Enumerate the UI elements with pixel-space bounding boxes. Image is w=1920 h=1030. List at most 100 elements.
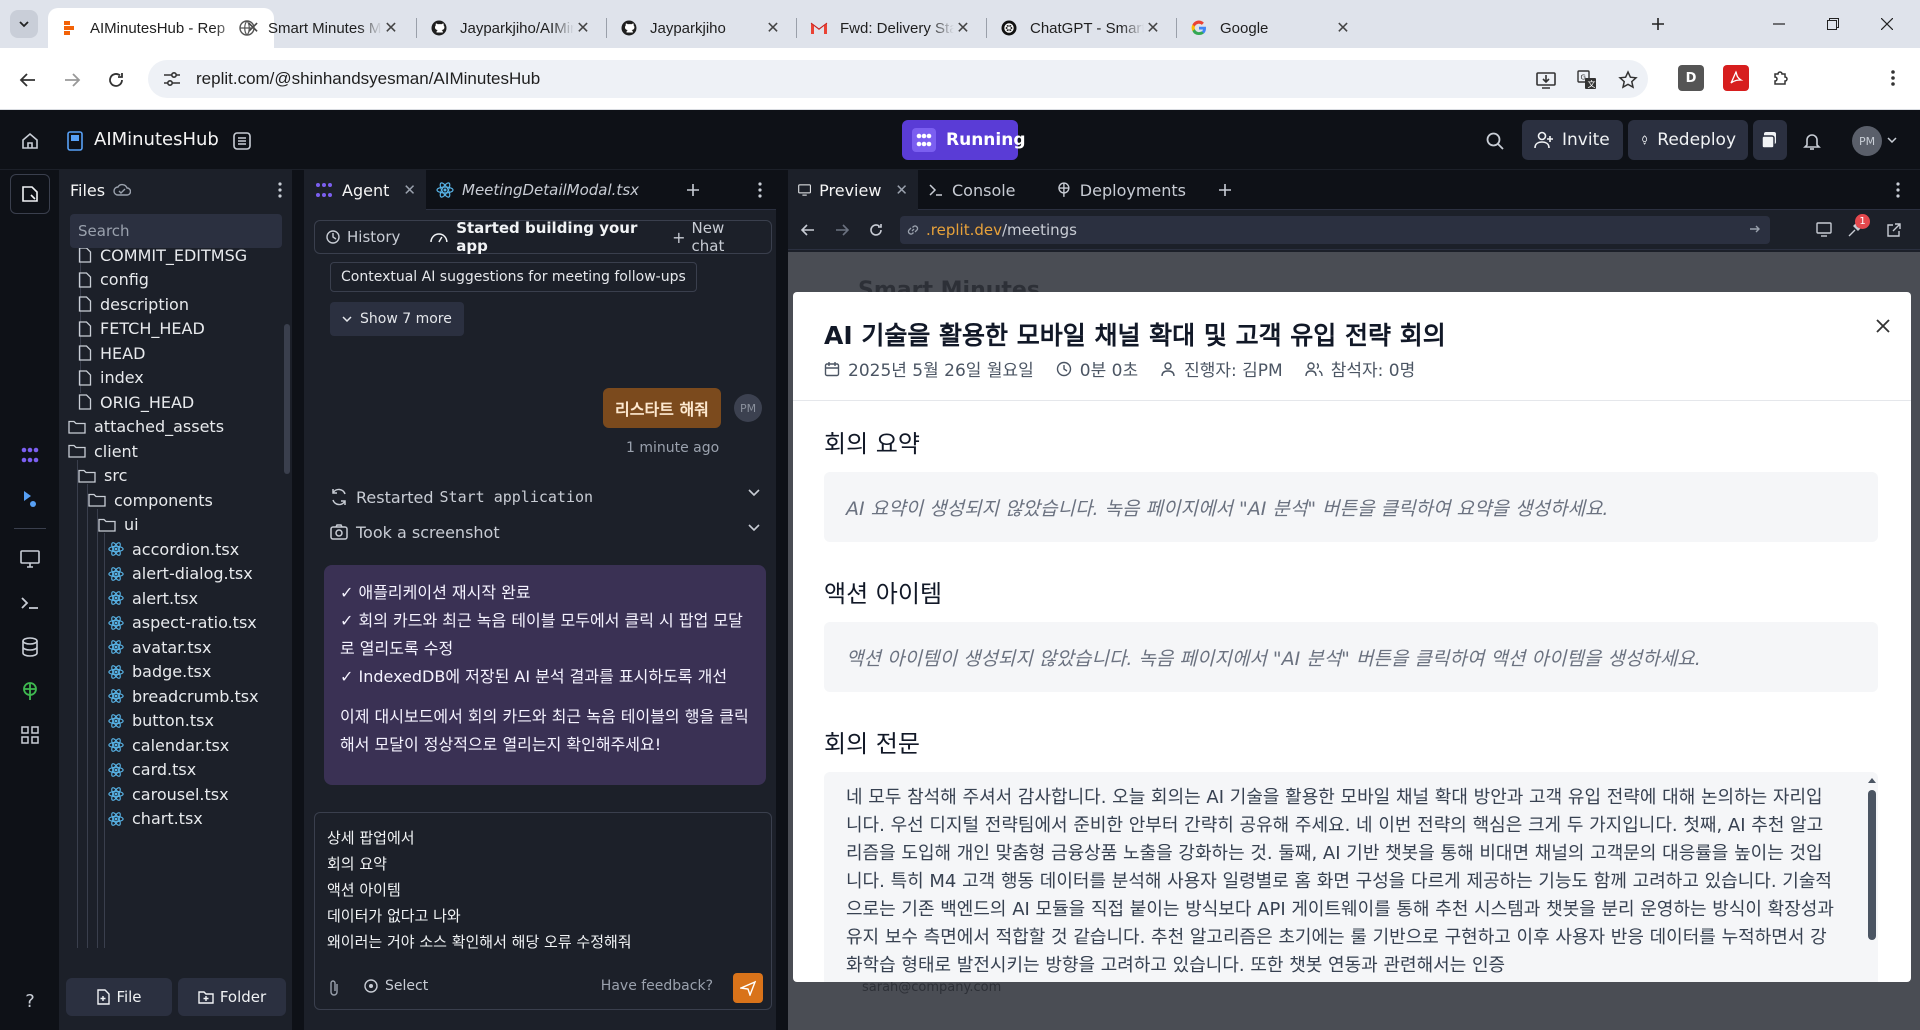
- add-tab-icon[interactable]: [1208, 170, 1248, 210]
- new-file-button[interactable]: File: [66, 978, 172, 1016]
- scroll-up-icon[interactable]: [1866, 776, 1878, 784]
- notifications-bell-icon[interactable]: [1800, 129, 1824, 153]
- action-items-heading: 액션 아이템: [824, 580, 943, 608]
- files-search-input[interactable]: Search: [70, 214, 282, 248]
- attach-paperclip-icon[interactable]: [327, 979, 341, 997]
- preview-reload-icon[interactable]: [868, 222, 884, 238]
- action-screenshot[interactable]: Took a screenshot: [330, 517, 760, 547]
- extensions-puzzle-icon[interactable]: [1768, 65, 1794, 91]
- more-menu-icon[interactable]: [1880, 65, 1906, 91]
- close-icon[interactable]: ✕: [382, 19, 400, 37]
- webview-tool-icon[interactable]: [17, 546, 43, 572]
- panel-menu-icon[interactable]: [1886, 170, 1916, 210]
- close-icon[interactable]: ✕: [1144, 19, 1162, 37]
- transcript-scrollbar[interactable]: [1865, 776, 1877, 966]
- close-window-button[interactable]: [1864, 8, 1910, 40]
- tree-item-label: card.tsx: [132, 760, 197, 779]
- chevron-down-icon[interactable]: [748, 524, 760, 532]
- tree-file[interactable]: chart.tsx: [108, 804, 203, 834]
- pdf-extension-icon[interactable]: [1723, 65, 1749, 91]
- browser-tab[interactable]: Google ✕: [1178, 8, 1364, 48]
- tab-console[interactable]: Console: [918, 170, 1046, 210]
- tab-preview[interactable]: Preview ✕: [788, 170, 918, 210]
- assistant-tool-icon[interactable]: [17, 486, 43, 512]
- search-icon[interactable]: [1483, 129, 1507, 153]
- close-icon[interactable]: ✕: [1334, 19, 1352, 37]
- go-arrow-icon[interactable]: [1748, 222, 1762, 236]
- back-button[interactable]: [12, 64, 44, 96]
- redeploy-button[interactable]: Redeploy: [1628, 120, 1748, 160]
- close-icon[interactable]: ✕: [764, 19, 782, 37]
- close-icon[interactable]: ✕: [574, 19, 592, 37]
- home-icon[interactable]: [18, 129, 42, 153]
- close-icon[interactable]: [1871, 314, 1895, 338]
- new-tab-button[interactable]: [1642, 8, 1674, 40]
- tab-search-button[interactable]: [10, 10, 38, 38]
- tree-item-label: badge.tsx: [132, 662, 212, 681]
- chevron-down-icon[interactable]: [1886, 134, 1898, 146]
- deploy-options-icon[interactable]: [1753, 120, 1787, 160]
- add-tab-icon[interactable]: [676, 170, 716, 210]
- action-restart[interactable]: Restarted Start application: [330, 482, 760, 512]
- address-bar[interactable]: replit.com/@shinhandsyesman/AIMinutesHub…: [148, 60, 1648, 98]
- extension-d-icon[interactable]: D: [1678, 65, 1704, 91]
- preview-url-input[interactable]: .replit.dev /meetings: [900, 216, 1770, 244]
- message-composer[interactable]: 상세 팝업에서 회의 요약 액션 아이템 데이터가 없다고 나와 왜이러는 거야…: [314, 812, 772, 1010]
- database-tool-icon[interactable]: [17, 634, 43, 660]
- close-icon[interactable]: ✕: [954, 19, 972, 37]
- composer-text[interactable]: 상세 팝업에서 회의 요약 액션 아이템 데이터가 없다고 나와 왜이러는 거야…: [327, 825, 632, 955]
- bookmark-star-icon[interactable]: [1617, 69, 1639, 91]
- folder-icon: [88, 493, 106, 507]
- scroll-thumb[interactable]: [1868, 790, 1876, 940]
- chat-status-label: Started building your app: [456, 219, 638, 255]
- workspace-panel-icon[interactable]: [230, 129, 254, 153]
- install-app-icon[interactable]: [1535, 69, 1557, 91]
- send-button[interactable]: [733, 973, 763, 1003]
- scroll-thumb[interactable]: [284, 324, 290, 474]
- close-icon[interactable]: ✕: [895, 181, 908, 199]
- meeting-duration-text: 0분 0초: [1079, 361, 1139, 381]
- select-element-button[interactable]: Select: [363, 978, 428, 994]
- transcript-heading: 회의 전문: [824, 730, 920, 758]
- suggestion-chip[interactable]: Contextual AI suggestions for meeting fo…: [330, 262, 697, 292]
- devices-icon[interactable]: [1816, 222, 1834, 238]
- new-chat-button[interactable]: + New chat: [672, 219, 761, 255]
- preview-back-icon[interactable]: [800, 222, 816, 238]
- feedback-link[interactable]: Have feedback?: [601, 978, 713, 994]
- new-folder-button[interactable]: Folder: [178, 978, 286, 1016]
- agent-tool-icon[interactable]: [17, 442, 43, 468]
- project-name[interactable]: AIMinutesHub: [94, 129, 219, 150]
- browser-tab[interactable]: Jayparkjiho/AIMinut ✕: [418, 8, 604, 48]
- tab-meeting-detail-modal[interactable]: MeetingDetailModal.tsx: [426, 170, 639, 210]
- chevron-down-icon[interactable]: [748, 489, 760, 497]
- show-more-button[interactable]: Show 7 more: [330, 302, 464, 336]
- shell-tool-icon[interactable]: [17, 590, 43, 616]
- files-tool-icon[interactable]: [10, 174, 50, 214]
- files-scrollbar[interactable]: [282, 254, 292, 954]
- deployments-tool-icon[interactable]: [17, 678, 43, 704]
- history-button[interactable]: History: [325, 228, 400, 246]
- maximize-button[interactable]: [1810, 8, 1856, 40]
- tab-agent[interactable]: Agent ✕: [304, 170, 426, 210]
- open-new-window-icon[interactable]: [1886, 222, 1902, 238]
- run-button[interactable]: Running: [902, 120, 1026, 160]
- files-menu-icon[interactable]: [278, 182, 282, 198]
- browser-tab[interactable]: Fwd: Delivery Status ✕: [798, 8, 984, 48]
- browser-tab[interactable]: ChatGPT - Smart Mi ✕: [988, 8, 1174, 48]
- browser-tab[interactable]: Jayparkjiho ✕: [608, 8, 794, 48]
- panel-menu-icon[interactable]: [748, 170, 778, 210]
- reload-button[interactable]: [100, 64, 132, 96]
- preview-forward-icon[interactable]: [834, 222, 850, 238]
- tab-deployments[interactable]: Deployments: [1046, 170, 1196, 210]
- account-avatar[interactable]: PM: [1852, 126, 1882, 156]
- help-icon[interactable]: ?: [17, 988, 43, 1014]
- browser-tab[interactable]: Smart Minutes Mak ✕: [226, 8, 412, 48]
- minimize-button[interactable]: [1756, 8, 1802, 40]
- tab-agent-label: Agent: [342, 180, 390, 200]
- all-tools-grid-icon[interactable]: [17, 722, 43, 748]
- forward-button[interactable]: [56, 64, 88, 96]
- site-settings-icon[interactable]: [162, 70, 182, 88]
- close-icon[interactable]: ✕: [403, 181, 416, 199]
- translate-icon[interactable]: G文: [1576, 69, 1598, 91]
- invite-button[interactable]: Invite: [1522, 120, 1623, 160]
